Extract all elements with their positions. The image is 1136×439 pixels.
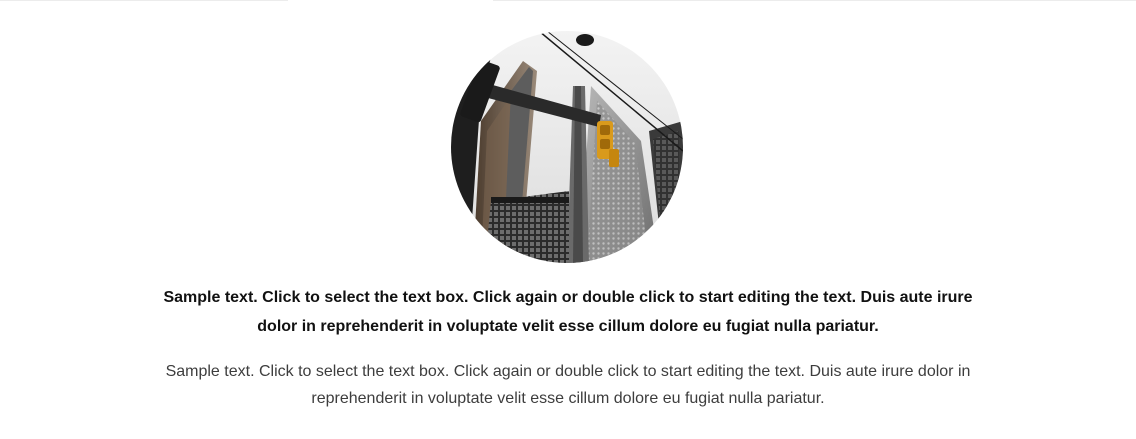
heading-text: Sample text. Click to select the text bo… [163,289,973,335]
top-divider-right [493,0,1136,1]
body-paragraph: Sample text. Click to select the text bo… [165,363,971,407]
top-divider-left [0,0,288,1]
page: Sample text. Click to select the text bo… [0,0,1136,439]
city-photo-illustration [451,31,683,263]
circular-city-photo[interactable] [451,31,683,263]
